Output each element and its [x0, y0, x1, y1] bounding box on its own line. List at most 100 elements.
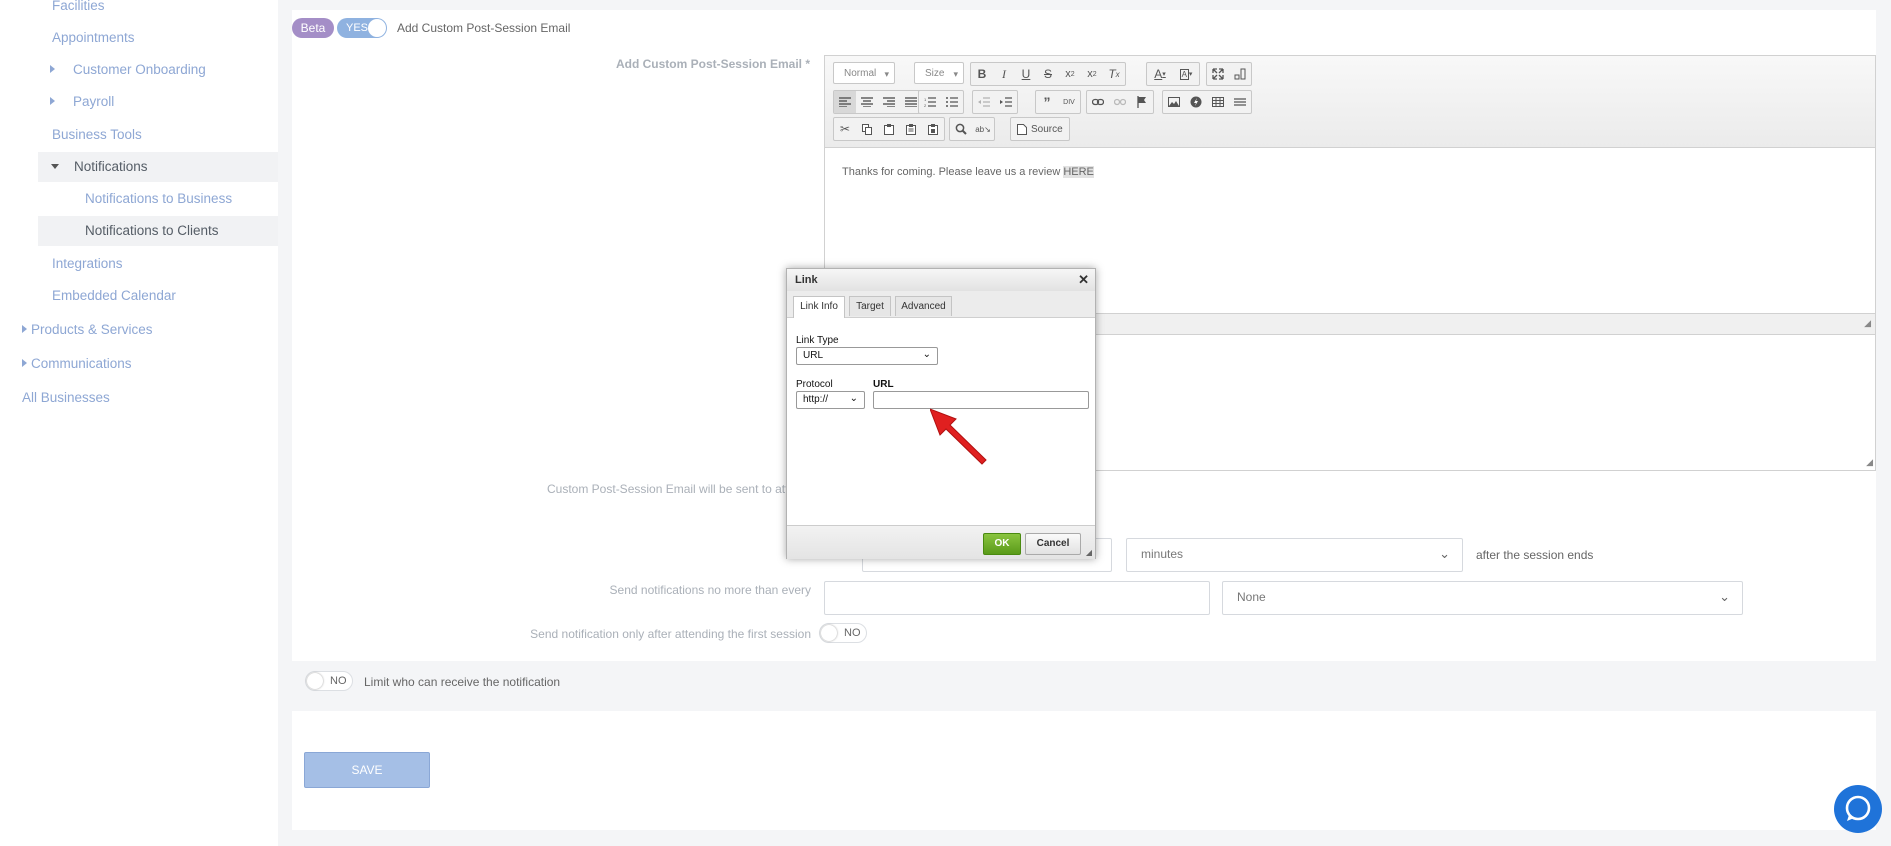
editor-toolbar: Normal Size B I U S x2 x2 Tx A▾ A▾	[825, 56, 1875, 148]
link-icon[interactable]	[1087, 91, 1109, 113]
sidebar-item-label: All Businesses	[22, 390, 110, 405]
sidebar-item-label: Products & Services	[31, 322, 153, 337]
indent-icon[interactable]	[995, 91, 1017, 113]
editor-corner-resize-icon[interactable]: ◢	[1866, 457, 1873, 468]
insert-group	[1162, 90, 1252, 114]
background-color-icon[interactable]: A ▾	[1173, 63, 1199, 85]
paste-icon[interactable]	[878, 118, 900, 140]
link-type-select[interactable]: URL ⌄	[796, 347, 938, 365]
sidebar-item-notifications-to-clients[interactable]: Notifications to Clients	[85, 223, 219, 238]
paste-word-icon[interactable]	[922, 118, 944, 140]
sidebar-item-appointments[interactable]: Appointments	[52, 30, 135, 45]
sidebar-item-products-services[interactable]: Products & Services	[22, 322, 153, 337]
resize-handle-icon[interactable]: ◢	[1864, 318, 1871, 329]
caret-down-icon	[51, 164, 59, 169]
table-icon[interactable]	[1207, 91, 1229, 113]
superscript-icon[interactable]: x2	[1081, 63, 1103, 85]
chevron-down-icon: ⌄	[922, 349, 931, 360]
caret-right-icon	[50, 97, 55, 105]
dialog-titlebar[interactable]: Link ✕	[787, 269, 1095, 292]
svg-text:1: 1	[924, 97, 927, 102]
show-blocks-icon[interactable]	[1229, 63, 1251, 85]
sidebar: Facilities Appointments Customer Onboard…	[0, 0, 278, 846]
first-session-toggle[interactable]: NO	[819, 623, 867, 643]
limit-label: Limit who can receive the notification	[364, 675, 561, 689]
underline-icon[interactable]: U	[1015, 63, 1037, 85]
image-icon[interactable]	[1163, 91, 1185, 113]
close-icon[interactable]: ✕	[1078, 269, 1089, 291]
copy-icon[interactable]	[856, 118, 878, 140]
delay-unit-value: minutes	[1141, 547, 1184, 561]
sidebar-item-all-businesses[interactable]: All Businesses	[22, 390, 110, 405]
tools-group	[1206, 62, 1252, 86]
size-combo[interactable]: Size	[914, 62, 964, 85]
toggle-knob	[307, 673, 323, 689]
sidebar-item-communications[interactable]: Communications	[22, 356, 132, 371]
beta-badge: Beta	[292, 18, 334, 38]
tab-target[interactable]: Target	[849, 296, 891, 316]
align-center-icon[interactable]	[856, 91, 878, 113]
link-type-label: Link Type	[796, 335, 839, 346]
dialog-tabs: Link Info Target Advanced	[787, 291, 1095, 318]
sidebar-item-notifications-to-business[interactable]: Notifications to Business	[85, 191, 232, 206]
sidebar-item-label: Communications	[31, 356, 132, 371]
link-type-value: URL	[803, 350, 824, 361]
sidebar-item-embedded-calendar[interactable]: Embedded Calendar	[52, 288, 176, 303]
first-session-label: Send notification only after attending t…	[530, 627, 811, 641]
bold-icon[interactable]: B	[971, 63, 993, 85]
sidebar-item-notifications[interactable]: Notifications	[51, 159, 148, 174]
align-right-icon[interactable]	[878, 91, 900, 113]
tab-advanced[interactable]: Advanced	[895, 296, 952, 316]
save-button[interactable]: SAVE	[304, 752, 430, 788]
source-button[interactable]: Source	[1010, 117, 1070, 141]
paste-text-icon[interactable]	[900, 118, 922, 140]
create-div-icon[interactable]: DIV	[1058, 91, 1080, 113]
delay-unit-select[interactable]: minutes ⌄	[1126, 538, 1463, 572]
flash-icon[interactable]	[1185, 91, 1207, 113]
sidebar-item-customer-onboarding[interactable]: Customer Onboarding	[50, 62, 206, 77]
post-session-email-toggle[interactable]: YES	[337, 18, 387, 38]
toggle-knob	[368, 19, 386, 37]
horizontal-rule-icon[interactable]	[1229, 91, 1251, 113]
chat-button[interactable]	[1834, 785, 1882, 833]
blockquote-icon[interactable]: ”	[1036, 91, 1058, 113]
frequency-unit-select[interactable]: None ⌄	[1222, 581, 1743, 615]
content-link[interactable]: HERE	[1063, 166, 1094, 178]
dialog-resize-icon[interactable]: ◢	[1086, 548, 1092, 557]
cancel-button[interactable]: Cancel	[1025, 533, 1081, 555]
align-left-icon[interactable]	[834, 91, 856, 113]
protocol-value: http://	[803, 394, 829, 405]
cut-icon[interactable]: ✂	[834, 118, 856, 140]
remove-format-icon[interactable]: Tx	[1103, 63, 1125, 85]
sidebar-item-integrations[interactable]: Integrations	[52, 256, 123, 271]
links-group	[1086, 90, 1154, 114]
content-text: Thanks for coming. Please leave us a rev…	[842, 166, 1064, 178]
limit-recipients-toggle[interactable]: NO	[305, 671, 353, 691]
caret-right-icon	[50, 65, 55, 73]
chevron-down-icon: ⌄	[1439, 546, 1450, 561]
sidebar-item-business-tools[interactable]: Business Tools	[52, 127, 142, 142]
tab-link-info[interactable]: Link Info	[793, 296, 845, 318]
maximize-icon[interactable]	[1207, 63, 1229, 85]
bulleted-list-icon[interactable]	[941, 91, 963, 113]
toggle-label: NO	[844, 627, 861, 639]
frequency-unit-value: None	[1237, 590, 1266, 604]
replace-icon[interactable]: ab↘	[972, 118, 994, 140]
italic-icon[interactable]: I	[993, 63, 1015, 85]
caret-right-icon	[22, 359, 27, 367]
find-icon[interactable]	[950, 118, 972, 140]
sidebar-item-facilities[interactable]: Facilities	[52, 0, 105, 13]
sidebar-item-payroll[interactable]: Payroll	[50, 94, 114, 109]
lists-group: 12	[918, 90, 964, 114]
unlink-icon[interactable]	[1109, 91, 1131, 113]
ok-button[interactable]: OK	[983, 533, 1021, 555]
outdent-icon[interactable]	[973, 91, 995, 113]
anchor-flag-icon[interactable]	[1131, 91, 1153, 113]
subscript-icon[interactable]: x2	[1059, 63, 1081, 85]
frequency-amount-input[interactable]	[824, 581, 1210, 615]
protocol-select[interactable]: http:// ⌄	[796, 391, 865, 409]
text-color-icon[interactable]: A ▾	[1147, 63, 1173, 85]
format-combo[interactable]: Normal	[833, 62, 895, 85]
strikethrough-icon[interactable]: S	[1037, 63, 1059, 85]
numbered-list-icon[interactable]: 12	[919, 91, 941, 113]
